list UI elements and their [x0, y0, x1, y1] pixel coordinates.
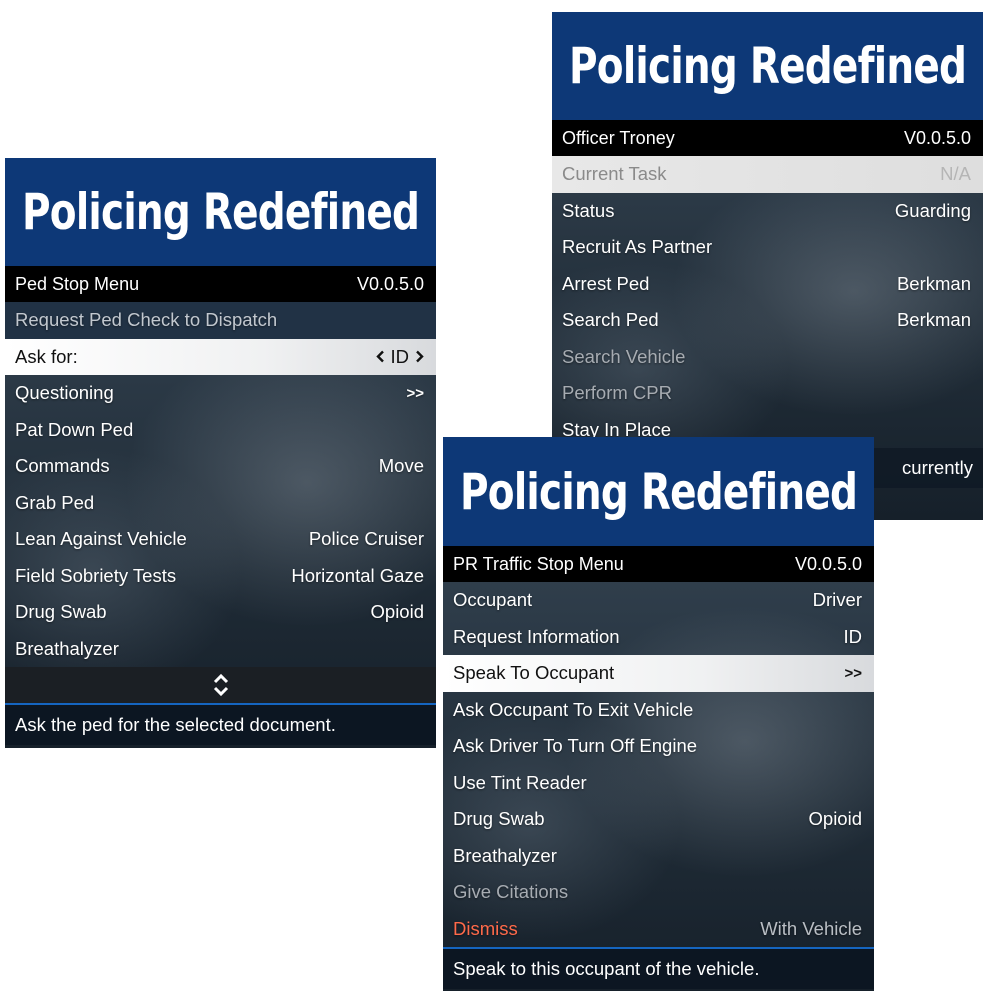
- chevron-right-icon[interactable]: [415, 350, 424, 363]
- menu-title: Officer Troney: [562, 127, 675, 148]
- menu-version: V0.0.5.0: [356, 273, 424, 294]
- menu-item-dismiss[interactable]: Dismiss With Vehicle: [443, 911, 874, 948]
- scroll-indicator[interactable]: [5, 667, 436, 703]
- menu-header: Officer Troney V0.0.5.0: [552, 120, 983, 156]
- menu-item-turn-off-engine[interactable]: Ask Driver To Turn Off Engine: [443, 728, 874, 765]
- menu-item-speak-to-occupant[interactable]: Speak To Occupant >>: [443, 655, 874, 692]
- menu-item-request-information[interactable]: Request Information ID: [443, 619, 874, 656]
- banner-title: Policing Redefined: [459, 462, 858, 521]
- menu-item-grab-ped[interactable]: Grab Ped: [5, 485, 436, 522]
- menu-item-status[interactable]: Status Guarding: [552, 193, 983, 230]
- menu-item-recruit-partner[interactable]: Recruit As Partner: [552, 229, 983, 266]
- menu-item-breathalyzer[interactable]: Breathalyzer: [5, 631, 436, 668]
- menu-item-lean-against-vehicle[interactable]: Lean Against Vehicle Police Cruiser: [5, 521, 436, 558]
- menu-item-exit-vehicle[interactable]: Ask Occupant To Exit Vehicle: [443, 692, 874, 729]
- menu-title: Ped Stop Menu: [15, 273, 140, 294]
- banner-title: Policing Redefined: [568, 37, 967, 95]
- menu-item-pat-down[interactable]: Pat Down Ped: [5, 412, 436, 449]
- menu-item-perform-cpr[interactable]: Perform CPR: [552, 375, 983, 412]
- menu-item-occupant[interactable]: Occupant Driver: [443, 582, 874, 619]
- submenu-arrow-icon: >>: [844, 664, 862, 682]
- menu-description: Speak to this occupant of the vehicle.: [443, 947, 874, 989]
- menu-banner: Policing Redefined: [443, 437, 874, 546]
- menu-item-search-ped[interactable]: Search Ped Berkman: [552, 302, 983, 339]
- list-selector[interactable]: ID: [375, 346, 425, 368]
- submenu-arrow-icon: >>: [406, 384, 424, 402]
- menu-description: Ask the ped for the selected document.: [5, 703, 436, 745]
- menu-item-drug-swab[interactable]: Drug Swab Opioid: [5, 594, 436, 631]
- menu-version: V0.0.5.0: [903, 127, 971, 148]
- menu-version: V0.0.5.0: [794, 553, 862, 574]
- banner-title: Policing Redefined: [21, 183, 420, 241]
- menu-banner: Policing Redefined: [5, 158, 436, 266]
- chevron-left-icon[interactable]: [375, 350, 385, 363]
- ped-stop-menu: Policing Redefined Ped Stop Menu V0.0.5.…: [5, 158, 436, 748]
- menu-item-arrest-ped[interactable]: Arrest Ped Berkman: [552, 266, 983, 303]
- menu-item-breathalyzer[interactable]: Breathalyzer: [443, 838, 874, 875]
- traffic-stop-menu: Policing Redefined PR Traffic Stop Menu …: [443, 437, 874, 991]
- menu-item-questioning[interactable]: Questioning >>: [5, 375, 436, 412]
- up-down-chevron-icon[interactable]: [212, 672, 230, 698]
- menu-item-current-task[interactable]: Current Task N/A: [552, 156, 983, 193]
- menu-item-search-vehicle[interactable]: Search Vehicle: [552, 339, 983, 376]
- menu-item-drug-swab[interactable]: Drug Swab Opioid: [443, 801, 874, 838]
- menu-item-tint-reader[interactable]: Use Tint Reader: [443, 765, 874, 802]
- menu-item-request-ped-check[interactable]: Request Ped Check to Dispatch: [5, 302, 436, 339]
- menu-header: Ped Stop Menu V0.0.5.0: [5, 266, 436, 302]
- menu-item-commands[interactable]: Commands Move: [5, 448, 436, 485]
- menu-banner: Policing Redefined: [552, 12, 983, 120]
- menu-item-ask-for[interactable]: Ask for: ID: [5, 338, 436, 375]
- menu-header: PR Traffic Stop Menu V0.0.5.0: [443, 546, 874, 582]
- menu-item-give-citations[interactable]: Give Citations: [443, 874, 874, 911]
- menu-item-field-sobriety[interactable]: Field Sobriety Tests Horizontal Gaze: [5, 558, 436, 595]
- menu-title: PR Traffic Stop Menu: [453, 553, 624, 574]
